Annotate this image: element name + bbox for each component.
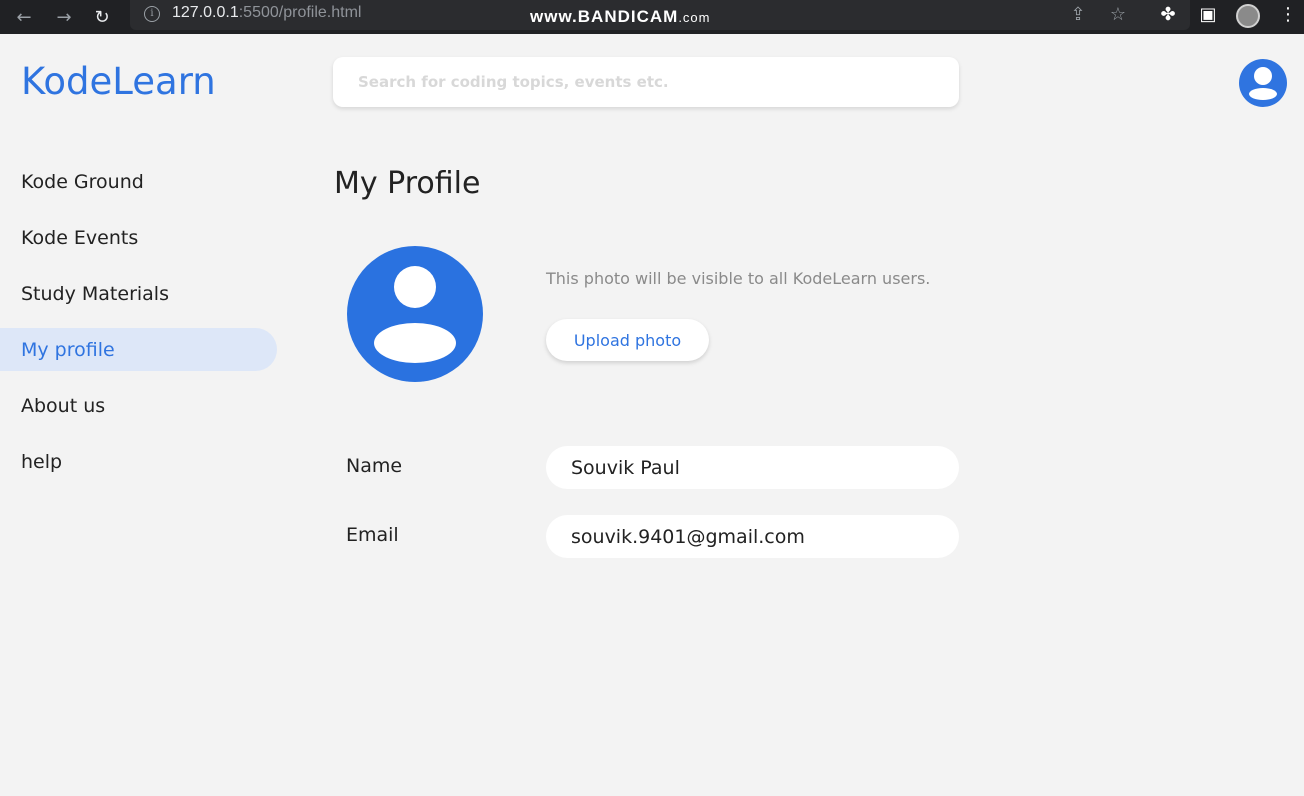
side-panel-icon[interactable]: ▣ — [1196, 4, 1220, 30]
name-label: Name — [346, 455, 403, 477]
share-icon[interactable]: ⇪ — [1066, 4, 1090, 30]
sidebar-item-my-profile[interactable]: My profile — [0, 328, 277, 371]
upload-photo-button[interactable]: Upload photo — [546, 319, 709, 361]
photo-visibility-note: This photo will be visible to all KodeLe… — [546, 269, 931, 288]
email-field[interactable] — [546, 515, 959, 558]
forward-arrow-icon[interactable]: → — [48, 0, 80, 34]
page-body: KodeLearn Kode Ground Kode Events Study … — [0, 34, 1304, 796]
back-arrow-icon[interactable]: ← — [8, 0, 40, 34]
site-logo[interactable]: KodeLearn — [21, 60, 216, 103]
name-field[interactable] — [546, 446, 959, 489]
browser-toolbar: ← → ↻ i 127.0.0.1:5500/profile.html www.… — [0, 0, 1304, 34]
browser-profile-avatar[interactable] — [1236, 4, 1260, 28]
sidebar-item-study-materials[interactable]: Study Materials — [0, 272, 277, 315]
sidebar-item-about-us[interactable]: About us — [0, 384, 277, 427]
sidebar-item-kode-ground[interactable]: Kode Ground — [0, 160, 277, 203]
recorder-watermark: www.BANDICAM.com — [530, 7, 711, 26]
address-url[interactable]: 127.0.0.1:5500/profile.html — [172, 4, 361, 22]
reload-icon[interactable]: ↻ — [86, 0, 118, 34]
page-title: My Profile — [334, 166, 481, 201]
user-avatar-icon[interactable] — [1239, 59, 1287, 107]
sidebar-nav: Kode Ground Kode Events Study Materials … — [0, 160, 280, 496]
search-input[interactable] — [333, 57, 959, 107]
sidebar-item-help[interactable]: help — [0, 440, 277, 483]
email-label: Email — [346, 524, 399, 546]
profile-photo-avatar-icon — [347, 246, 483, 382]
site-info-icon[interactable]: i — [144, 6, 160, 22]
sidebar-item-kode-events[interactable]: Kode Events — [0, 216, 277, 259]
bookmark-star-icon[interactable]: ☆ — [1106, 4, 1130, 30]
extensions-puzzle-icon[interactable]: ✤ — [1156, 4, 1180, 30]
kebab-menu-icon[interactable]: ⋮ — [1276, 4, 1300, 30]
